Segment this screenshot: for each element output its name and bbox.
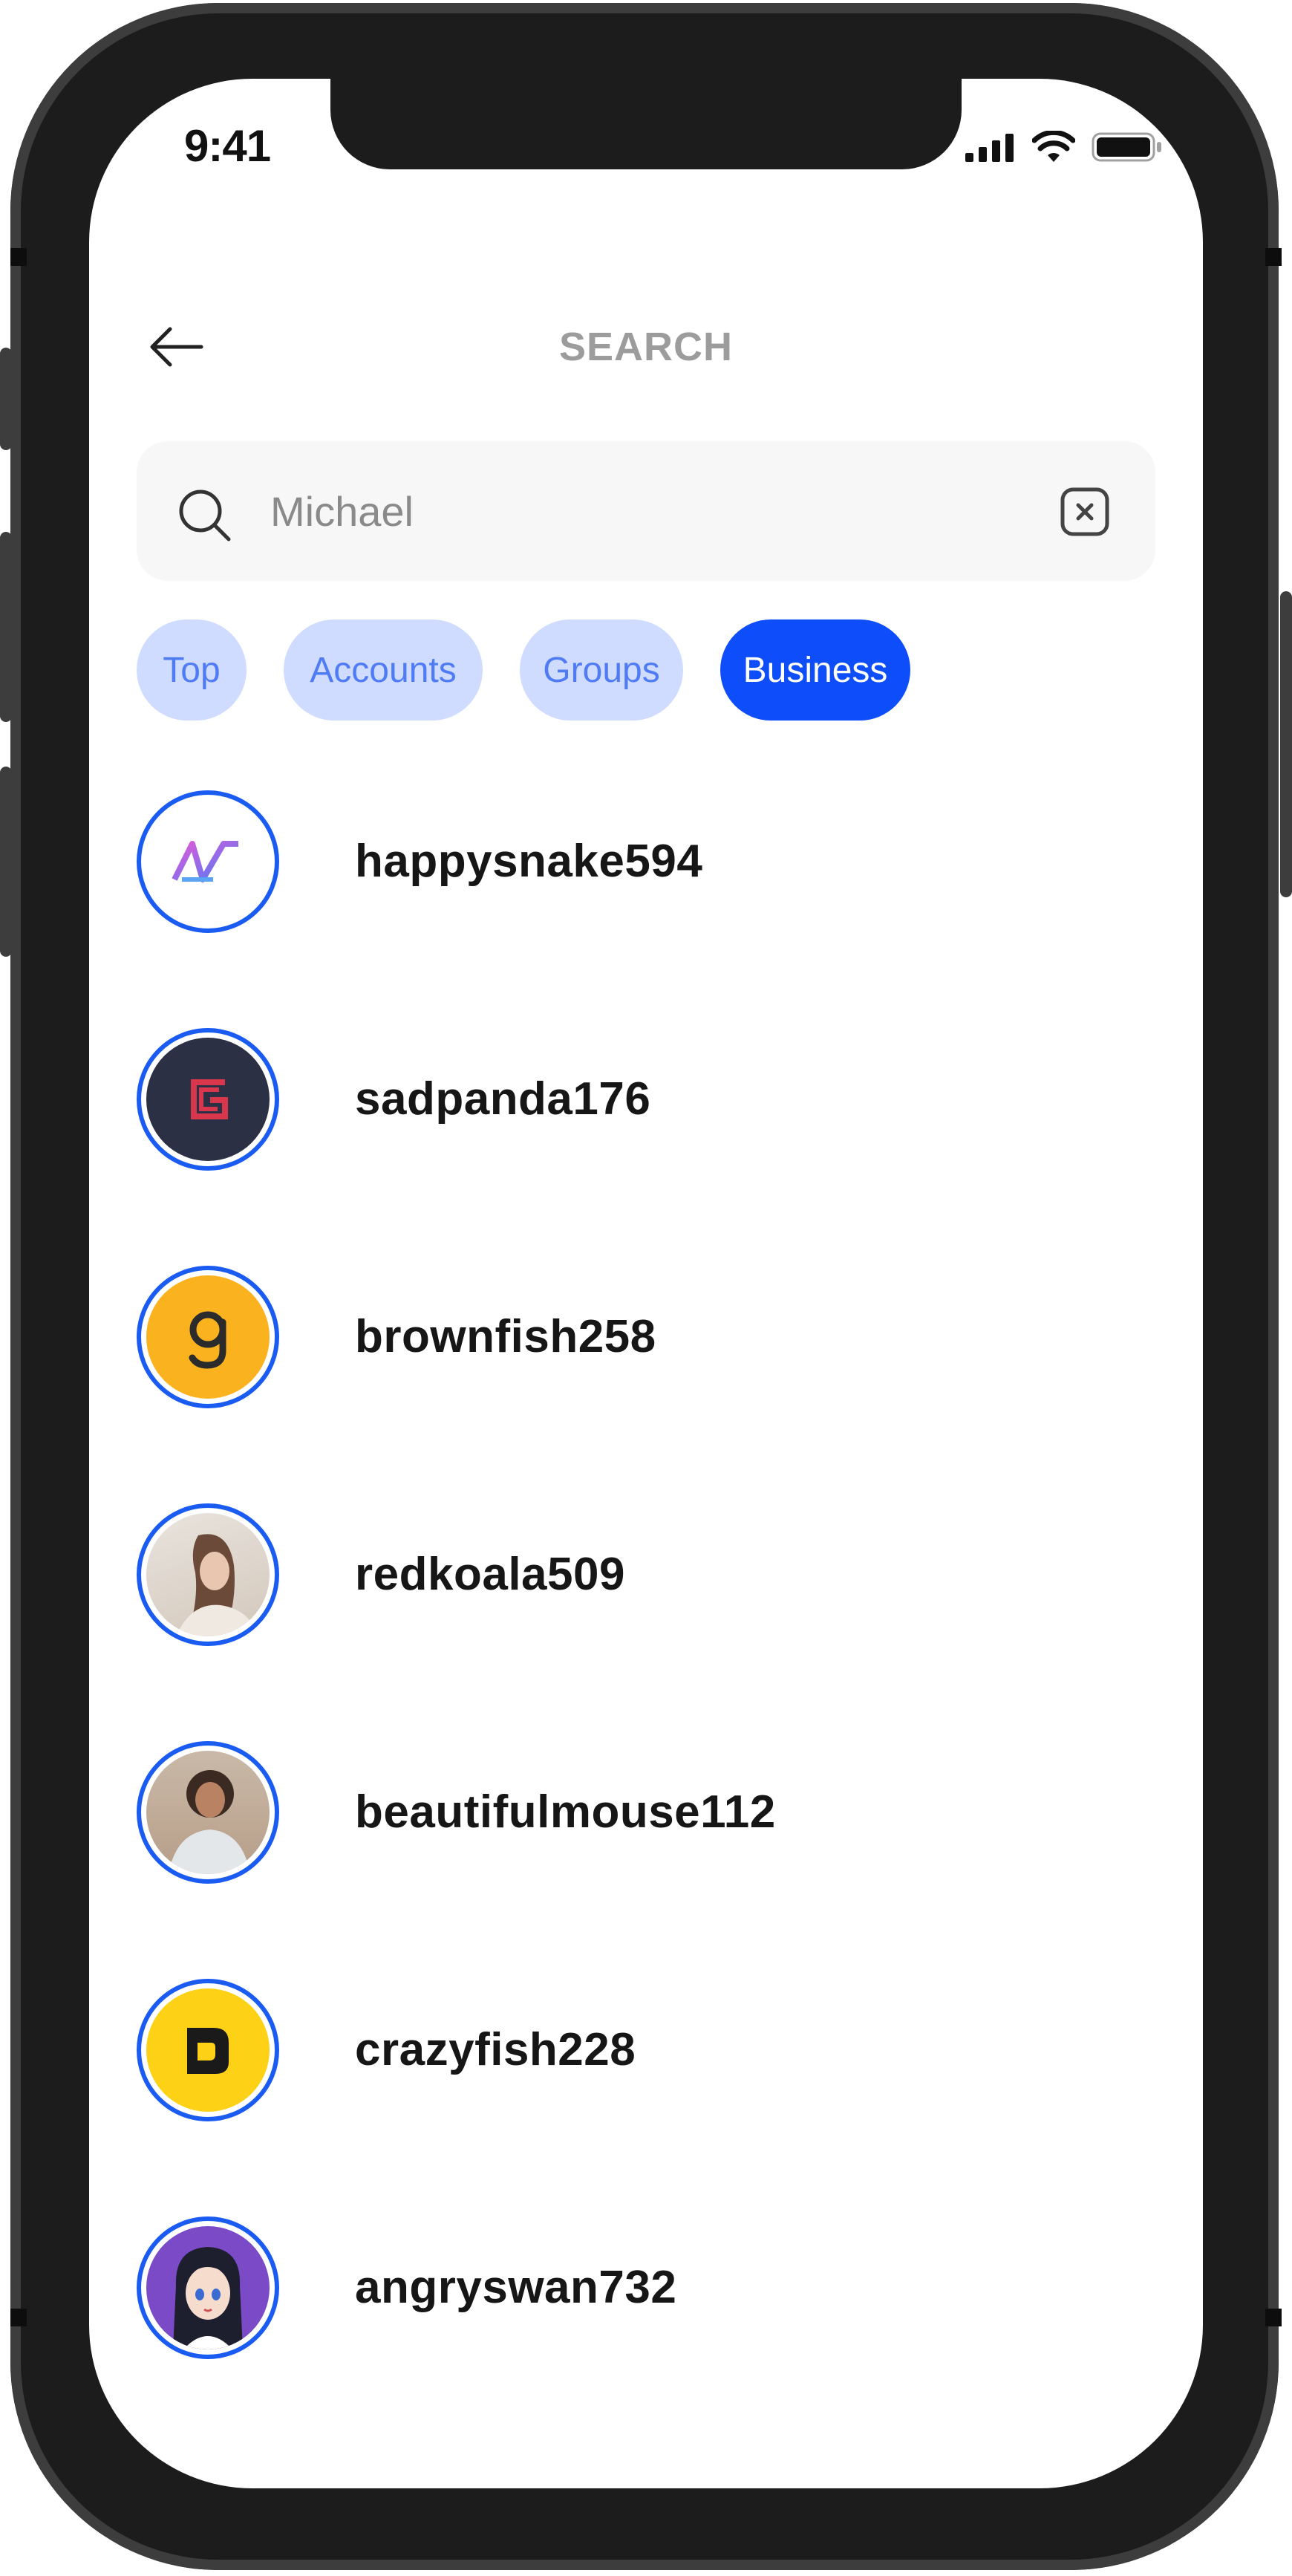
result-row[interactable]: angryswan732 — [137, 2216, 1155, 2454]
username: beautifulmouse112 — [355, 1786, 776, 1838]
wifi-icon — [1032, 131, 1075, 162]
volume-down-button — [0, 767, 12, 957]
filter-chips: Top Accounts Groups Business — [137, 619, 910, 721]
gradient-logo-avatar — [146, 800, 270, 923]
battery-icon — [1092, 132, 1161, 162]
result-row[interactable]: beautifulmouse112 — [137, 1741, 1155, 1979]
avatar — [137, 2216, 279, 2359]
filter-chip-groups[interactable]: Groups — [520, 619, 683, 721]
page-title: SEARCH — [558, 325, 734, 369]
username: sadpanda176 — [355, 1073, 651, 1125]
cellular-signal-icon — [965, 134, 1014, 162]
status-icons — [965, 131, 1163, 163]
red-g-logo-avatar — [146, 1038, 270, 1161]
search-input[interactable] — [270, 483, 1013, 539]
avatar — [137, 1028, 279, 1171]
search-results-list: happysnake594 sadpanda176 brownfish258 r… — [137, 790, 1155, 2454]
volume-up-button — [0, 532, 12, 722]
clear-x-icon[interactable] — [1060, 487, 1109, 536]
username: happysnake594 — [355, 836, 703, 887]
antenna-band — [10, 2309, 27, 2326]
search-icon — [179, 489, 231, 541]
anime-girl-avatar — [146, 2226, 270, 2349]
man-photo-avatar — [146, 1751, 270, 1874]
avatar — [137, 790, 279, 933]
power-button — [1280, 591, 1292, 897]
yellow-b-logo-avatar — [146, 1988, 270, 2112]
result-row[interactable]: brownfish258 — [137, 1266, 1155, 1503]
mute-switch — [0, 348, 12, 450]
orange-g-logo-avatar — [146, 1275, 270, 1399]
filter-chip-business[interactable]: Business — [720, 619, 910, 721]
username: brownfish258 — [355, 1311, 656, 1362]
antenna-band — [1265, 2309, 1282, 2326]
username: crazyfish228 — [355, 2024, 636, 2075]
notch — [330, 79, 962, 169]
search-bar[interactable] — [137, 441, 1155, 581]
result-row[interactable]: redkoala509 — [137, 1503, 1155, 1741]
avatar — [137, 1503, 279, 1646]
antenna-band — [10, 248, 27, 266]
filter-chip-accounts[interactable]: Accounts — [284, 619, 483, 721]
avatar — [137, 1979, 279, 2121]
result-row[interactable]: happysnake594 — [137, 790, 1155, 1028]
username: redkoala509 — [355, 1549, 625, 1600]
result-row[interactable]: crazyfish228 — [137, 1979, 1155, 2216]
antenna-band — [1265, 248, 1282, 266]
filter-chip-top[interactable]: Top — [137, 619, 247, 721]
screen: 9:41 SEARCH Michael Top Accounts Groups … — [89, 79, 1203, 2488]
status-time: 9:41 — [184, 121, 271, 171]
username: angryswan732 — [355, 2262, 677, 2313]
result-row[interactable]: sadpanda176 — [137, 1028, 1155, 1266]
woman-photo-avatar — [146, 1513, 270, 1636]
avatar — [137, 1741, 279, 1884]
avatar — [137, 1266, 279, 1408]
